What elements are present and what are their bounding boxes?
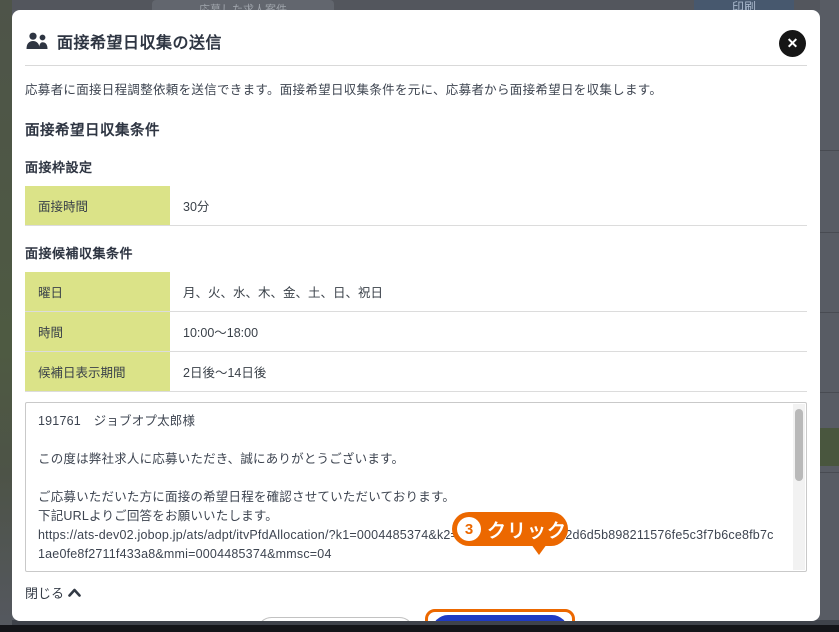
close-icon[interactable]: ✕ bbox=[779, 30, 806, 57]
people-icon bbox=[25, 32, 49, 50]
background-row-line bbox=[820, 232, 839, 233]
background-bottom-bar bbox=[0, 625, 839, 632]
table-row: 時間 10:00〜18:00 bbox=[25, 312, 807, 352]
modal-footer: キャンセル 送信する bbox=[25, 609, 807, 621]
section-title: 面接希望日収集条件 bbox=[25, 119, 807, 140]
background-tab: 応募した求人案件 bbox=[152, 0, 334, 10]
modal-description: 応募者に面接日程調整依頼を送信できます。面接希望日収集条件を元に、応募者から面接… bbox=[25, 79, 807, 98]
row-value: 月、火、水、木、金、土、日、祝日 bbox=[170, 272, 807, 311]
row-value: 2日後〜14日後 bbox=[170, 352, 807, 391]
candidate-conditions-table: 曜日 月、火、水、木、金、土、日、祝日 時間 10:00〜18:00 候補日表示… bbox=[25, 272, 807, 392]
background-row-line bbox=[820, 312, 839, 313]
callout-label: クリック bbox=[487, 516, 567, 543]
table-row: 曜日 月、火、水、木、金、土、日、祝日 bbox=[25, 272, 807, 312]
background-green-band bbox=[820, 428, 839, 466]
collapse-label: 閉じる bbox=[25, 583, 64, 602]
background-left-strip bbox=[0, 0, 12, 632]
modal-header: 面接希望日収集の送信 ✕ bbox=[25, 10, 807, 53]
interview-slot-table: 面接時間 30分 bbox=[25, 186, 807, 226]
collapse-link[interactable]: 閉じる bbox=[25, 583, 81, 602]
row-label: 曜日 bbox=[25, 272, 170, 311]
table-row: 面接時間 30分 bbox=[25, 186, 807, 226]
message-scrollbar[interactable] bbox=[793, 404, 805, 570]
background-row-line bbox=[820, 392, 839, 393]
row-label: 候補日表示期間 bbox=[25, 352, 170, 391]
row-value: 10:00〜18:00 bbox=[170, 312, 807, 351]
table-row: 候補日表示期間 2日後〜14日後 bbox=[25, 352, 807, 392]
group-heading-candidate-conditions: 面接候補収集条件 bbox=[25, 243, 807, 262]
group-heading-interview-slot: 面接枠設定 bbox=[25, 157, 807, 176]
background-right-strip bbox=[820, 0, 839, 632]
interview-date-collection-modal: 面接希望日収集の送信 ✕ 応募者に面接日程調整依頼を送信できます。面接希望日収集… bbox=[12, 10, 820, 621]
message-preview-text: 191761 ジョブオプ太郎様 この度は弊社求人に応募いただき、誠にありがとうご… bbox=[26, 403, 806, 572]
chevron-up-icon bbox=[68, 588, 81, 597]
background-row-line bbox=[820, 150, 839, 151]
submit-button[interactable]: 送信する bbox=[432, 615, 568, 621]
message-preview-box[interactable]: 191761 ジョブオプ太郎様 この度は弊社求人に応募いただき、誠にありがとうご… bbox=[25, 402, 807, 572]
callout-step-number: 3 bbox=[457, 517, 481, 541]
callout-tail bbox=[531, 544, 547, 555]
modal-title: 面接希望日収集の送信 bbox=[57, 29, 222, 53]
background-row-line bbox=[820, 472, 839, 473]
scrollbar-thumb[interactable] bbox=[795, 409, 803, 481]
click-callout-badge: 3 クリック bbox=[452, 512, 568, 546]
row-value: 30分 bbox=[170, 186, 807, 225]
cancel-button[interactable]: キャンセル bbox=[257, 617, 414, 622]
row-label: 時間 bbox=[25, 312, 170, 351]
submit-highlight-ring: 送信する bbox=[425, 609, 575, 621]
row-label: 面接時間 bbox=[25, 186, 170, 225]
header-divider bbox=[25, 65, 807, 66]
